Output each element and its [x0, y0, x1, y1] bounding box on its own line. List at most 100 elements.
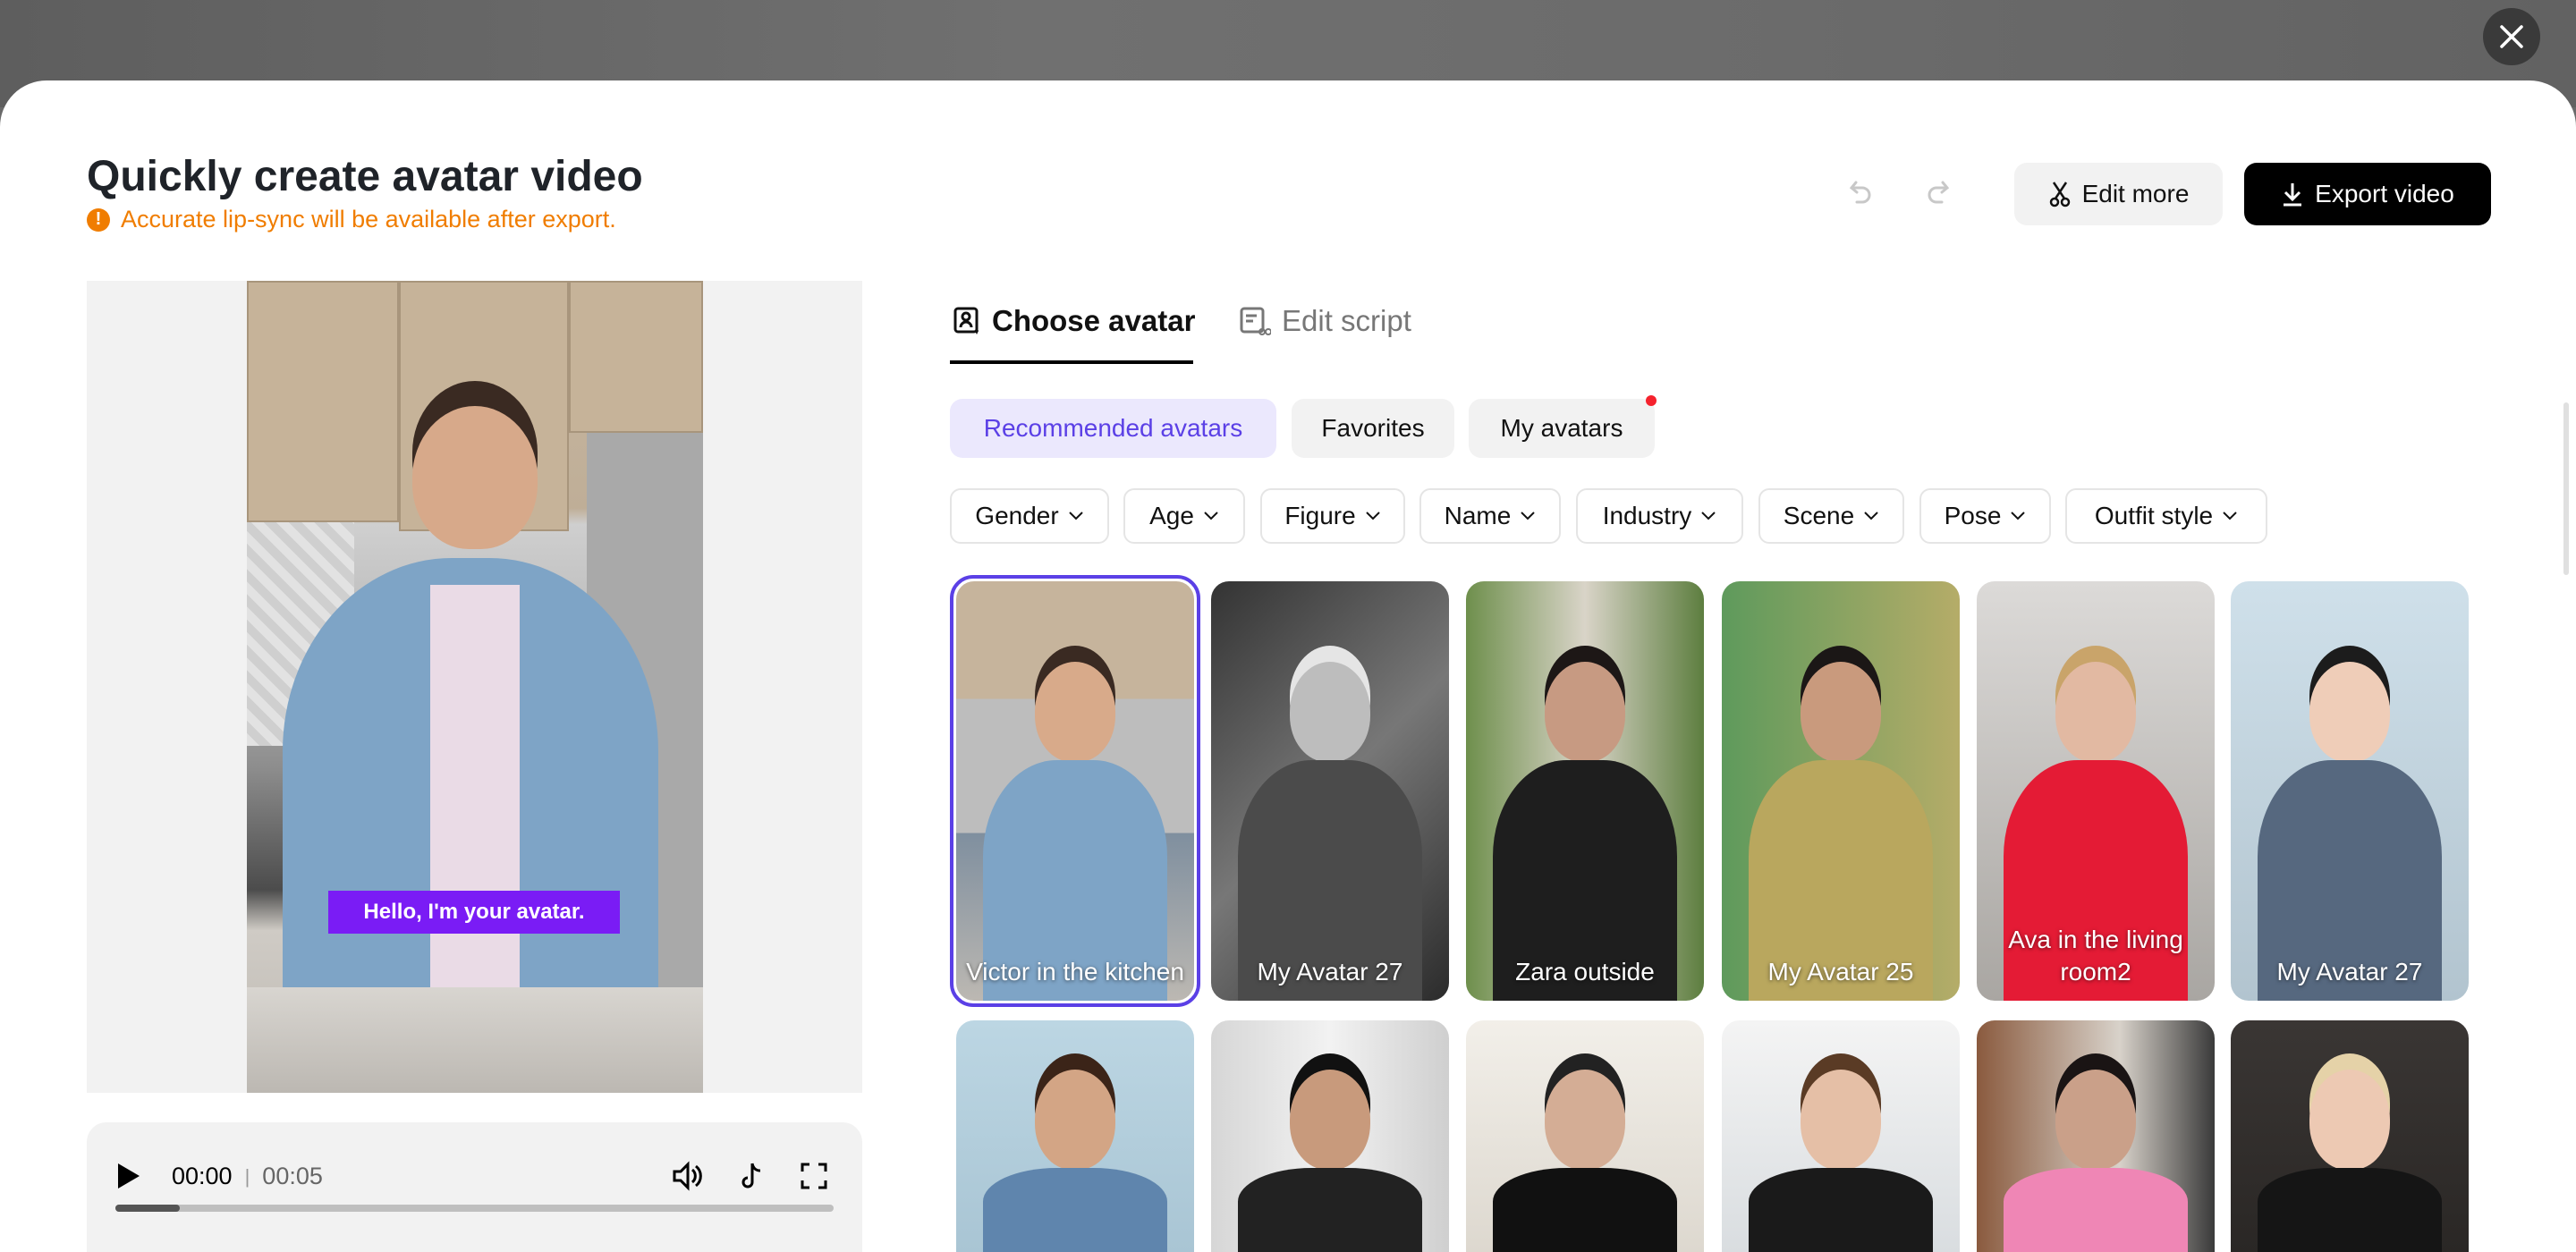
avatar-thumbnail-head: [2055, 1070, 2136, 1170]
avatar-name: My Avatar 27: [2276, 958, 2423, 986]
tiktok-button[interactable]: [730, 1154, 775, 1198]
notification-dot: [1646, 395, 1657, 406]
avatar-card[interactable]: [1211, 1020, 1449, 1252]
active-tab-indicator: [950, 360, 1193, 364]
undo-button[interactable]: [1839, 172, 1884, 216]
export-video-button[interactable]: Export video: [2244, 163, 2491, 225]
avatar-card[interactable]: My Avatar 27: [1211, 581, 1449, 1001]
chevron-down-icon: [1864, 512, 1878, 520]
avatar-thumbnail-body: [1238, 1168, 1422, 1252]
chevron-down-icon: [2011, 512, 2026, 520]
tab-label: Choose avatar: [992, 304, 1196, 337]
time-display: 00:00 | 00:05: [172, 1163, 323, 1190]
edit-more-button[interactable]: Edit more: [2014, 163, 2223, 225]
filter-label: Pose: [1944, 502, 2002, 529]
selected-avatar-outline: [950, 575, 1200, 1007]
fullscreen-button[interactable]: [792, 1154, 836, 1198]
subtitle-caption: Hello, I'm your avatar.: [328, 891, 620, 934]
avatar-name: My Avatar 27: [1257, 958, 1403, 986]
chevron-down-icon: [1204, 512, 1218, 520]
avatar-thumbnail-head: [2309, 1070, 2390, 1170]
tab-edit-script[interactable]: Edit script: [1239, 304, 1411, 338]
filter-gender[interactable]: Gender: [950, 488, 1109, 544]
redo-button[interactable]: [1915, 172, 1960, 216]
tiktok-icon: [741, 1163, 761, 1189]
filter-age[interactable]: Age: [1123, 488, 1245, 544]
avatar-video-frame: [247, 281, 703, 1093]
filter-figure[interactable]: Figure: [1260, 488, 1405, 544]
filter-label: Outfit style: [2094, 502, 2214, 529]
avatar-card[interactable]: [2231, 1020, 2469, 1252]
edit-more-label: Edit more: [2081, 180, 2190, 207]
filter-pose[interactable]: Pose: [1919, 488, 2051, 544]
current-time: 00:00: [172, 1163, 233, 1189]
export-video-label: Export video: [2315, 180, 2454, 207]
chevron-down-icon: [2223, 512, 2237, 520]
avatar-thumbnail-head: [1801, 662, 1881, 762]
time-separator: |: [244, 1164, 250, 1188]
lip-sync-warning: ! Accurate lip-sync will be available af…: [87, 206, 616, 233]
avatar-thumbnail-body: [1749, 1168, 1933, 1252]
avatar-card[interactable]: My Avatar 27: [2231, 581, 2469, 1001]
avatar-thumbnail-head: [1290, 1070, 1370, 1170]
volume-button[interactable]: [665, 1154, 710, 1198]
avatar-thumbnail-head: [1801, 1070, 1881, 1170]
avatar-card[interactable]: [1466, 1020, 1704, 1252]
avatar-thumbnail-body: [2004, 1168, 2188, 1252]
tab-choose-avatar[interactable]: Choose avatar: [953, 304, 1195, 338]
tab-label: Edit script: [1282, 304, 1411, 337]
filter-label: Scene: [1783, 502, 1855, 529]
volume-icon: [673, 1161, 702, 1191]
fullscreen-icon: [801, 1163, 827, 1189]
avatar-thumbnail-head: [1545, 662, 1625, 762]
avatar-thumbnail-body: [983, 1168, 1167, 1252]
video-player-controls: 00:00 | 00:05: [87, 1122, 862, 1252]
avatar-thumbnail-head: [1290, 662, 1370, 762]
scissors-icon: [2049, 182, 2070, 207]
close-button[interactable]: [2483, 8, 2540, 65]
filter-outfit-style[interactable]: Outfit style: [2065, 488, 2267, 544]
filter-label: Gender: [975, 502, 1059, 529]
avatar-card[interactable]: [956, 1020, 1194, 1252]
filter-scene[interactable]: Scene: [1758, 488, 1904, 544]
chevron-down-icon: [1068, 512, 1083, 520]
filter-label: Age: [1149, 502, 1194, 529]
avatar-name: Zara outside: [1515, 958, 1655, 986]
progress-fill: [115, 1205, 181, 1212]
avatar-icon: [953, 307, 979, 334]
avatar-thumbnail-head: [2309, 662, 2390, 762]
avatar-thumbnail-head: [2055, 662, 2136, 762]
chevron-down-icon: [1365, 512, 1380, 520]
avatar-thumbnail-head: [1035, 1070, 1115, 1170]
filter-label: Industry: [1602, 502, 1692, 529]
warning-icon: !: [87, 207, 110, 232]
filter-industry[interactable]: Industry: [1576, 488, 1743, 544]
filter-name[interactable]: Name: [1419, 488, 1561, 544]
progress-bar[interactable]: [115, 1205, 834, 1212]
scrollbar[interactable]: [2563, 402, 2569, 575]
play-icon: [118, 1163, 140, 1189]
avatar-thumbnail-body: [1493, 1168, 1677, 1252]
avatar-thumbnail-body: [2258, 1168, 2442, 1252]
avatar-card[interactable]: Zara outside: [1466, 581, 1704, 1001]
script-icon: [1240, 307, 1271, 335]
category-my-avatars[interactable]: My avatars: [1469, 399, 1655, 458]
filter-label: Figure: [1284, 502, 1356, 529]
avatar-name: My Avatar 25: [1767, 958, 1914, 986]
avatar-thumbnail-head: [1545, 1070, 1625, 1170]
avatar-name: Ava in the living room2: [2008, 926, 2183, 986]
duration: 00:05: [262, 1163, 323, 1189]
avatar-card[interactable]: [1722, 1020, 1960, 1252]
avatar-card[interactable]: [1977, 1020, 2215, 1252]
warning-text: Accurate lip-sync will be available afte…: [121, 206, 616, 233]
close-icon: [2500, 25, 2523, 48]
avatar-card[interactable]: My Avatar 25: [1722, 581, 1960, 1001]
category-recommended-avatars[interactable]: Recommended avatars: [950, 399, 1276, 458]
avatar-card[interactable]: Ava in the living room2: [1977, 581, 2215, 1001]
category-favorites[interactable]: Favorites: [1292, 399, 1454, 458]
download-icon: [2284, 183, 2302, 207]
video-preview: [87, 281, 862, 1093]
filter-label: Name: [1444, 502, 1512, 529]
chevron-down-icon: [1701, 512, 1716, 520]
play-button[interactable]: [106, 1154, 151, 1198]
